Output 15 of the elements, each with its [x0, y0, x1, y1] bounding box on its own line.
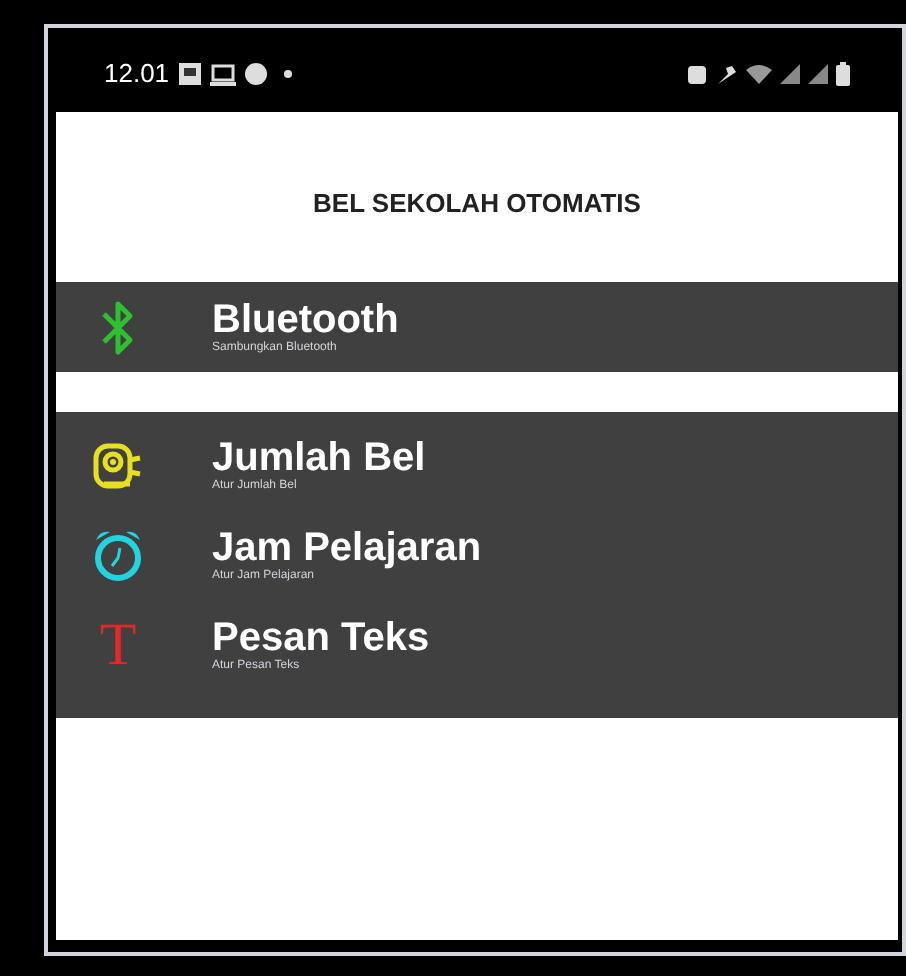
- laptop-icon: [209, 63, 236, 85]
- battery-icon: [836, 62, 850, 86]
- dot-icon: [283, 70, 292, 78]
- bluetooth-icon: [100, 297, 136, 357]
- status-time: 12.01: [104, 56, 170, 93]
- alarm-clock-icon: [92, 527, 144, 583]
- letter-icon: T: [99, 615, 137, 675]
- menu-item-title[interactable]: Pesan Teks: [212, 616, 430, 660]
- wifi-icon: [746, 64, 772, 84]
- menu-item-title[interactable]: Jumlah Bel: [212, 436, 426, 480]
- menu-item-title[interactable]: Jam Pelajaran: [212, 526, 482, 570]
- gallery-icon: [177, 62, 202, 86]
- menu-item-title[interactable]: Bluetooth: [212, 298, 399, 342]
- app-title: BEL SEKOLAH OTOMATIS: [313, 185, 641, 222]
- bell-icon: [92, 439, 144, 491]
